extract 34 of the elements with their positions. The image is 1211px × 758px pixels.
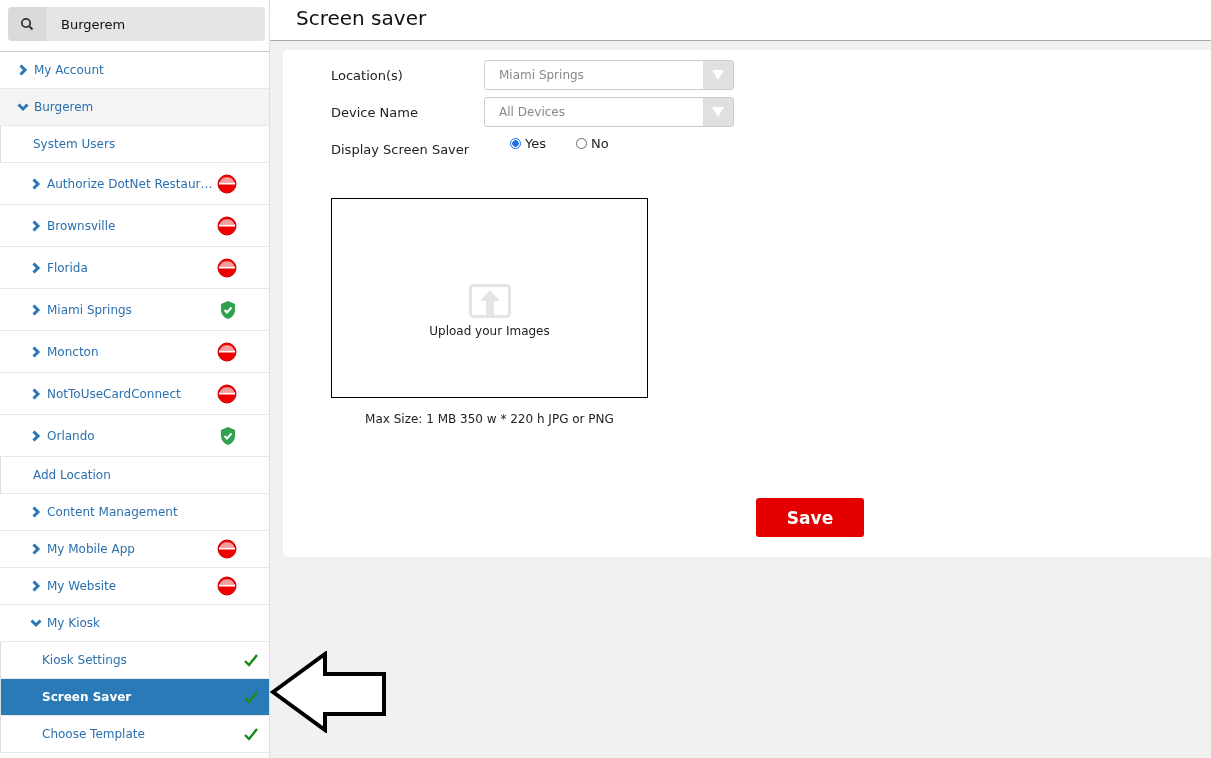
nav-item[interactable]: Orlando xyxy=(0,415,269,457)
field-label: Location(s) xyxy=(331,67,404,83)
nav-item[interactable]: System Users xyxy=(0,126,269,163)
search-field[interactable]: Burgerem xyxy=(46,7,265,41)
caret-icon xyxy=(712,107,724,117)
field-label: Display Screen Saver xyxy=(331,141,471,157)
nav-item[interactable]: Choose Template xyxy=(0,716,269,753)
nav-item[interactable]: Florida xyxy=(0,247,269,289)
field-label: Device Name xyxy=(331,104,419,120)
nav-item[interactable]: My Mobile App xyxy=(0,531,269,568)
radio-option[interactable]: No xyxy=(576,136,609,151)
nav-item[interactable]: Add Location xyxy=(0,457,269,494)
upload-icon xyxy=(468,284,511,318)
nav-item[interactable]: Content Management xyxy=(0,494,269,531)
nav-item[interactable]: My Kiosk xyxy=(0,605,269,642)
nav-item[interactable]: Brownsville xyxy=(0,205,269,247)
caret-icon xyxy=(712,70,724,80)
nav-item[interactable]: Miami Springs xyxy=(0,289,269,331)
radio-option[interactable]: Yes xyxy=(510,136,546,151)
nav-item[interactable]: Screen Saver xyxy=(0,679,269,716)
nav-item[interactable]: Burgerem xyxy=(0,89,269,126)
nav-item[interactable]: NotToUseCardConnect xyxy=(0,373,269,415)
nav-item[interactable]: Moncton xyxy=(0,331,269,373)
nav-item[interactable]: Authorize DotNet Restaur… xyxy=(0,163,269,205)
search-icon xyxy=(20,17,34,31)
save-button[interactable]: Save xyxy=(756,498,864,537)
dropdown[interactable]: Miami Springs xyxy=(484,60,734,90)
search-button[interactable] xyxy=(8,7,46,41)
dropdown[interactable]: All Devices xyxy=(484,97,734,127)
upload-area[interactable]: Upload your Images xyxy=(331,198,648,398)
upload-size-note: Max Size: 1 MB 350 w * 220 h JPG or PNG xyxy=(364,412,615,426)
page-title: Screen saver xyxy=(270,0,1211,41)
upload-label: Upload your Images xyxy=(429,324,550,338)
nav-item[interactable]: My Website xyxy=(0,568,269,605)
